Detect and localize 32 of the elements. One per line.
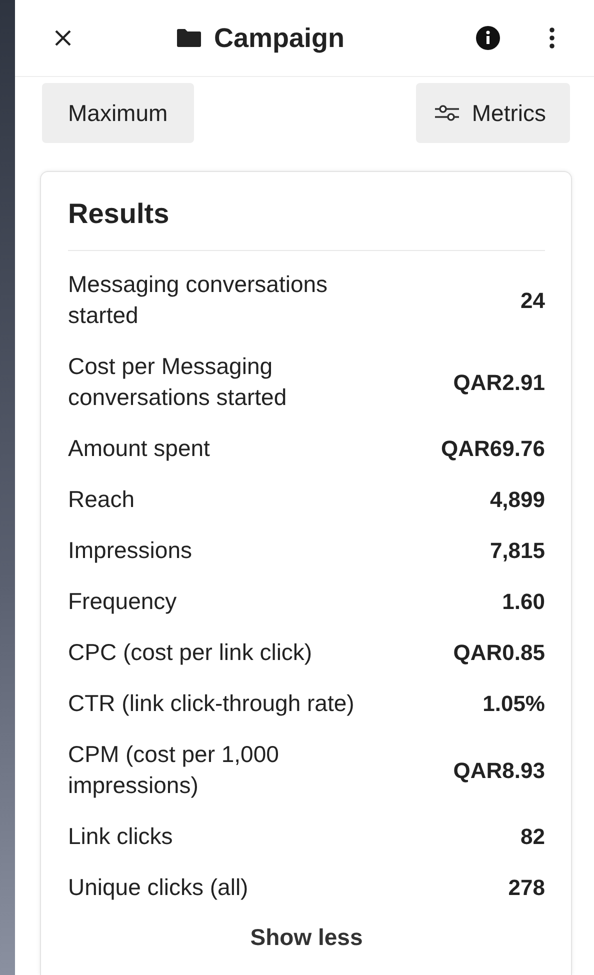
metric-value: 4,899 <box>490 486 545 514</box>
metric-label: Unique clicks (all) <box>68 873 248 902</box>
metric-label: CPC (cost per link click) <box>68 638 312 667</box>
metric-value: QAR8.93 <box>453 756 545 784</box>
metric-value: 1.05% <box>482 690 545 718</box>
metric-label: CPM (cost per 1,000 impressions) <box>68 740 280 800</box>
metric-value: QAR69.76 <box>441 435 545 463</box>
window-title: Campaign <box>214 22 345 54</box>
folder-icon <box>176 28 202 48</box>
metric-label: Cost per Messaging conversations started <box>68 352 288 412</box>
metric-label: Amount spent <box>68 434 210 463</box>
metric-label: Messaging conversations started <box>68 270 329 330</box>
metric-label: Impressions <box>68 536 192 565</box>
card-title: Results <box>68 198 170 230</box>
metric-value: QAR2.91 <box>453 368 545 396</box>
close-icon[interactable] <box>54 29 72 47</box>
metric-value: 82 <box>520 823 545 851</box>
show-less-button[interactable]: Show less <box>244 923 369 952</box>
metric-label: Reach <box>68 485 134 514</box>
metric-value: 7,815 <box>490 537 545 565</box>
info-icon[interactable] <box>475 25 501 51</box>
metric-label: Frequency <box>68 587 177 616</box>
maximum-button[interactable]: Maximum <box>42 83 194 143</box>
metric-label: CTR (link click-through rate) <box>68 689 354 718</box>
metric-label: Link clicks <box>68 822 173 851</box>
sliders-icon <box>434 104 460 122</box>
metric-value: 24 <box>520 286 545 314</box>
more-icon[interactable] <box>549 27 555 49</box>
metric-value: 278 <box>508 874 545 902</box>
metric-value: QAR0.85 <box>453 639 545 667</box>
metrics-button[interactable]: Metrics <box>416 83 570 143</box>
metric-value: 1.60 <box>502 588 545 616</box>
